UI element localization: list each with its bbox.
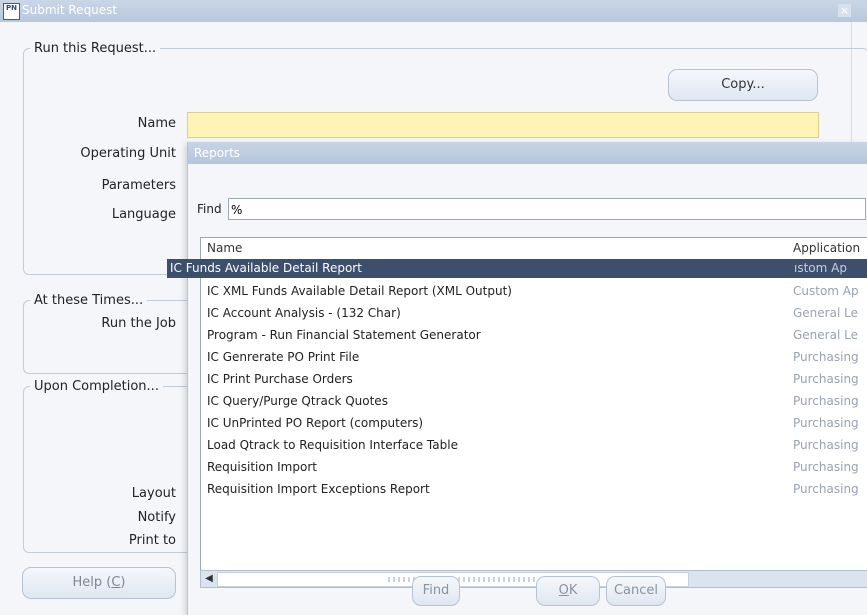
print-to-label: Print to (128, 533, 176, 548)
list-item[interactable]: Program - Run Financial Statement Genera… (201, 325, 867, 345)
operating-unit-label: Operating Unit (80, 146, 176, 161)
run-job-label: Run the Job (101, 316, 176, 331)
name-label: Name (137, 116, 176, 131)
reports-list: Name Application IC XML Funds Available … (200, 237, 867, 571)
find-label: Find (197, 202, 222, 216)
help-button[interactable]: Help (C) (22, 567, 176, 599)
help-button-text: Help ( (72, 575, 112, 590)
run-request-group-label: Run this Request... (30, 41, 161, 56)
list-item[interactable]: Requisition Import Purchasing (201, 457, 867, 477)
list-item[interactable]: Requisition Import Exceptions Report Purc… (201, 479, 867, 499)
help-button-end: ) (120, 575, 126, 590)
parameters-label: Parameters (101, 178, 176, 193)
ok-button-key: O (558, 583, 569, 598)
copy-button[interactable]: Copy... (668, 69, 818, 101)
close-icon[interactable]: × (838, 4, 851, 17)
find-button[interactable]: Find (412, 576, 460, 606)
ok-button[interactable]: OK (536, 576, 600, 606)
title-bar[interactable]: PN Submit Request × (0, 0, 867, 22)
language-label: Language (111, 207, 176, 222)
list-item[interactable]: IC Query/Purge Qtrack Quotes Purchasing (201, 391, 867, 411)
submit-request-window: PN Submit Request × Run this Request... … (0, 0, 867, 615)
list-item[interactable]: IC XML Funds Available Detail Report (XM… (201, 281, 867, 301)
completion-group (23, 386, 205, 553)
reports-title-bar[interactable]: Reports (188, 142, 867, 164)
name-field[interactable] (187, 112, 819, 138)
list-item[interactable]: Load Qtrack to Requisition Interface Tab… (201, 435, 867, 455)
layout-label: Layout (131, 486, 176, 501)
times-group (23, 300, 205, 374)
times-group-label: At these Times... (30, 293, 148, 308)
find-input[interactable]: % (228, 198, 866, 220)
app-icon: PN (3, 3, 20, 20)
column-header-name[interactable]: Name (207, 238, 242, 258)
reports-dialog: Reports Find % Name Application IC XML F… (187, 142, 867, 615)
window-title: Submit Request (22, 3, 118, 17)
list-item[interactable]: IC Genrerate PO Print File Purchasing (201, 347, 867, 367)
selected-list-item[interactable]: IC Funds Available Detail Report ıstom A… (167, 259, 867, 278)
list-item[interactable]: IC Account Analysis - (132 Char) General … (201, 303, 867, 323)
completion-group-label: Upon Completion... (30, 379, 163, 394)
notify-label: Notify (137, 510, 176, 525)
list-item[interactable]: IC Print Purchase Orders Purchasing (201, 369, 867, 389)
ok-button-rest: K (568, 583, 578, 598)
column-header-application[interactable]: Application (793, 238, 860, 258)
reports-title: Reports (194, 146, 241, 160)
scroll-left-icon[interactable]: ◀ (203, 571, 215, 587)
list-item[interactable]: IC UnPrinted PO Report (computers) Purcha… (201, 413, 867, 433)
scrollbar-grip (388, 577, 538, 582)
horizontal-scrollbar[interactable]: ◀ (200, 570, 867, 588)
cancel-button[interactable]: Cancel (606, 576, 666, 606)
